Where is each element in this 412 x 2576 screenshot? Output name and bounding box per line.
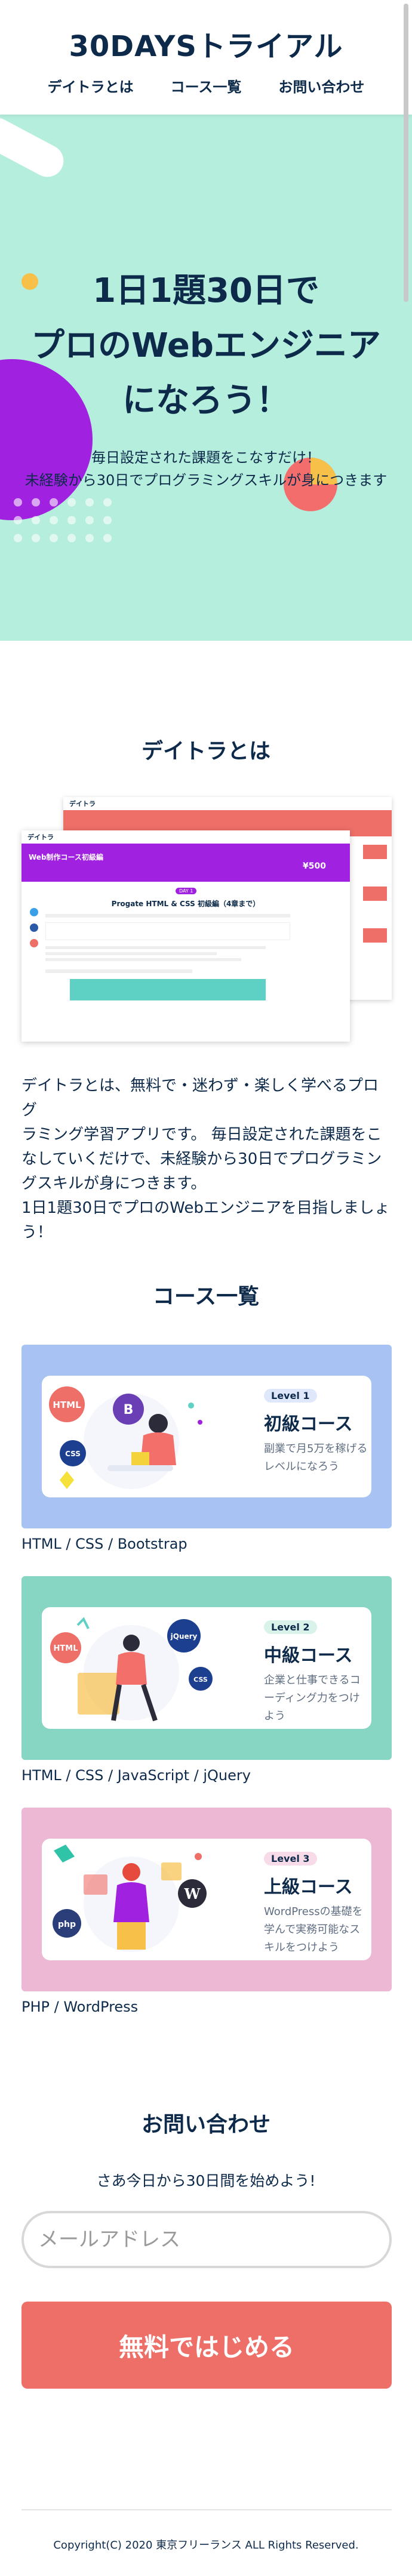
course-description: 副業で月5万を稼げるレベルになろう [264,1443,368,1473]
hero-section: 1日1題30日で プロのWebエンジニア になろう！ 毎日設定された課題をこなす… [0,115,412,641]
footer-divider [21,2509,392,2510]
course-level-badge: Level 3 [264,1852,317,1865]
hero-title-line: プロのWebエンジニア [31,326,381,365]
course-description: WordPressの基礎を学んで実務可能なスキルをつけよう [264,1905,363,1954]
course-card-inner: HTML B CSS Level 1 初級コース 副業で月5万を稼げるレベルにな… [42,1376,371,1497]
mockup-banner-price: ¥500 [303,861,326,871]
mockup-front-header: デイトラ [21,830,350,844]
hero-title-line: 1日1題30日で [93,271,319,310]
email-input[interactable] [21,2211,392,2268]
wordpress-badge-label: W [184,1885,201,1902]
app-screenshot-mockup: デイトラ デイトラ Web制作コース初級編 ¥500 DAY 1 Progate… [21,797,392,1042]
hero-title-line: になろう！ [122,381,290,420]
course-tech-tags: HTML / CSS / Bootstrap [21,1536,187,1552]
css-badge-label: CSS [193,1676,208,1684]
course-card-inner: php W Level 3 上級コース WordPressの基礎を学んで実務可能… [42,1839,371,1960]
about-description: デイトラとは、無料で・迷わず・楽しく学べるプログ ラミング学習アプリです。 毎日… [21,1074,393,1245]
mockup-back-brand: デイトラ [69,800,96,808]
mockup-day-badge: DAY 1 [176,888,197,894]
mockup-article-title: Progate HTML & CSS 初級編（4章まで） [111,900,260,908]
page-scrollbar[interactable] [404,4,408,302]
course-level-badge: Level 1 [264,1389,317,1403]
course-name: 上級コース [264,1877,353,1898]
hero-subtitle-line: 未経験から30日でプログラミングスキルが身につきます [24,472,388,489]
css-badge-label: CSS [65,1450,81,1458]
mockup-back-header: デイトラ [63,797,392,810]
about-text-line: 1日1題30日でプロのWebエンジニアを目指しましょ [21,1199,390,1217]
html-badge-label: HTML [53,1400,81,1410]
nav-item-courses[interactable]: コース一覧 [171,75,242,96]
hero-shape-white-pill [0,118,64,177]
course-card-advanced[interactable]: php W Level 3 上級コース WordPressの基礎を学んで実務可能… [21,1808,392,1991]
mockup-article-body [45,914,290,1000]
jquery-badge-label: jQuery [170,1632,198,1641]
site-logo[interactable]: 30DAYSトライアル [0,23,412,64]
mockup-back-side-buttons [363,845,387,976]
bootstrap-badge-label: B [124,1403,134,1417]
mockup-banner-title: Web制作コース初級編 [29,853,103,861]
html-badge-label: HTML [54,1644,78,1653]
php-badge-label: php [58,1920,76,1929]
about-text-line: デイトラとは、無料で・迷わず・楽しく学べるプログ [21,1077,379,1119]
nav-item-contact[interactable]: お問い合わせ [278,75,364,96]
contact-heading: お問い合わせ [141,2112,270,2137]
about-text-line: ラミング学習アプリです。 毎日設定された課題をこ [21,1126,382,1144]
mockup-front-brand: デイトラ [27,833,54,841]
contact-subtitle: さあ今日から30日間を始めよう! [96,2172,316,2189]
course-card-beginner[interactable]: HTML B CSS Level 1 初級コース 副業で月5万を稼げるレベルにな… [21,1345,392,1528]
mockup-front-banner: Web制作コース初級編 ¥500 [21,844,350,882]
mockup-front-window: デイトラ Web制作コース初級編 ¥500 DAY 1 Progate HTML… [21,830,350,1042]
hero-subtitle-line: 毎日設定された課題をこなすだけ！ [91,449,321,466]
course-illustration-intermediate: HTML jQuery CSS [50,1617,213,1722]
hero-title: 1日1題30日で プロのWebエンジニア になろう！ [0,264,412,428]
course-tech-tags: PHP / WordPress [21,1999,139,2015]
about-text-line: う！ [21,1224,53,1241]
main-nav: デイトラとは コース一覧 お問い合わせ [0,75,412,96]
courses-heading: コース一覧 [152,1284,260,1309]
course-card-inner: HTML jQuery CSS Level 2 中級コース 企業と仕事できるコー… [42,1607,371,1729]
nav-item-about[interactable]: デイトラとは [48,75,134,96]
course-illustration-advanced: php W [53,1845,207,1952]
course-description: 企業と仕事できるコーディング力をつけよう [264,1674,361,1722]
course-card-intermediate[interactable]: HTML jQuery CSS Level 2 中級コース 企業と仕事できるコー… [21,1576,392,1760]
course-illustration-beginner: HTML B CSS [49,1386,202,1489]
about-text-line: グスキルが身につきます。 [21,1175,207,1193]
course-level-badge: Level 2 [264,1620,317,1634]
course-name: 初級コース [264,1414,353,1435]
start-free-button[interactable]: 無料ではじめる [21,2302,392,2389]
mockup-social-icons [30,908,38,947]
hero-subtitle: 毎日設定された課題をこなすだけ！ 未経験から30日でプログラミングスキルが身につ… [0,446,412,492]
course-name: 中級コース [264,1645,353,1666]
about-text-line: なしていくだけで、未経験から30日でプログラミン [21,1150,382,1168]
footer-copyright: Copyright(C) 2020 東京フリーランス ALL Rights Re… [53,2539,359,2552]
course-tech-tags: HTML / CSS / JavaScript / jQuery [21,1767,251,1784]
about-heading: デイトラとは [141,739,270,764]
site-header: 30DAYSトライアル デイトラとは コース一覧 お問い合わせ [0,0,412,115]
